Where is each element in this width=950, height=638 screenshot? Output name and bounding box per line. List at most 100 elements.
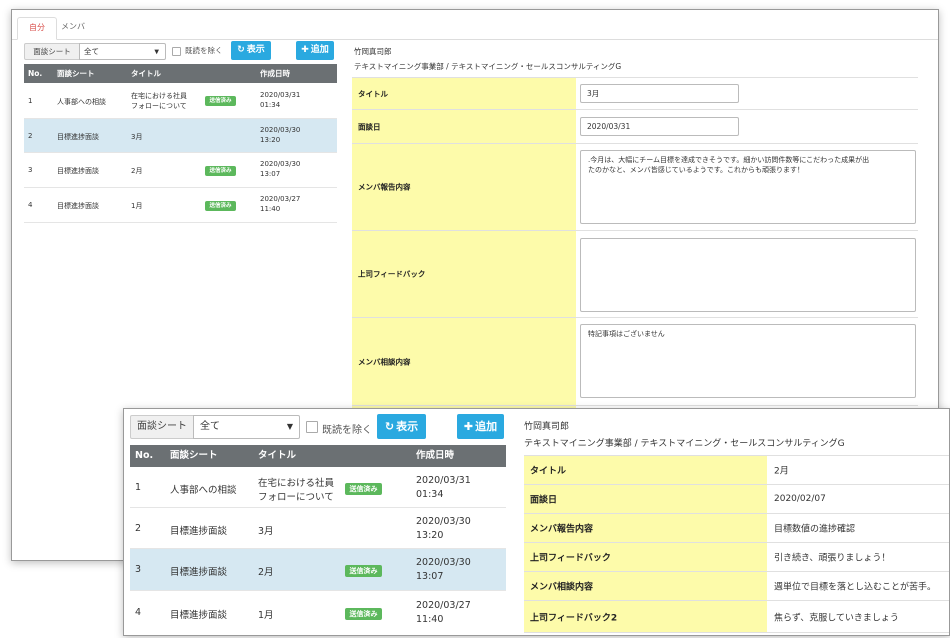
- field-value: 2020/02/07: [774, 494, 826, 504]
- field-row-boss-feedback: 上司フィードバック 引き続き、頑張りましょう！: [524, 543, 949, 572]
- field-row-member-report: メンバ報告内容 .今月は、大幅にチーム目標を達成できそうです。細かい訪問件数等に…: [352, 144, 918, 231]
- field-value: 週単位で目標を落とし込むことが苦手。: [774, 582, 937, 593]
- add-button[interactable]: ✚ 追加: [457, 414, 504, 439]
- add-button-label: 追加: [310, 45, 329, 55]
- field-value-cell: 引き続き、頑張りましょう！: [767, 543, 949, 571]
- table-row[interactable]: 1 人事部への相談 在宅における社員 フォローについて 送信済み 2020/03…: [24, 83, 337, 119]
- field-label: メンバ相談内容: [524, 572, 767, 600]
- sheet-filter-label: 面談シート: [130, 415, 194, 439]
- row-date: 2020/03/30: [416, 516, 471, 527]
- row-time: 01:34: [260, 101, 281, 109]
- col-created: 作成日時: [260, 69, 290, 78]
- exclude-read-label: 既読を除く: [185, 46, 223, 55]
- col-no: No.: [28, 69, 43, 78]
- row-title-line1: 3月: [131, 133, 143, 141]
- member-report-line1: .今月は、大幅にチーム目標を達成できそうです。細かい訪問件数等にこだわった成果が…: [588, 156, 870, 164]
- row-no: 3: [135, 564, 142, 575]
- row-date: 2020/03/30: [416, 557, 471, 568]
- member-report-textarea[interactable]: .今月は、大幅にチーム目標を達成できそうです。細かい訪問件数等にこだわった成果が…: [580, 150, 916, 224]
- field-value-cell: 2月: [767, 456, 949, 484]
- exclude-read-checkbox[interactable]: [172, 47, 181, 56]
- row-title-line2: フォローについて: [258, 492, 334, 503]
- field-value-cell: 目標数値の進捗確認: [767, 514, 949, 542]
- table-row[interactable]: 2 目標進捗面談 3月 2020/03/30 13:20: [130, 508, 506, 549]
- list-header: No. 面談シート タイトル 作成日時: [130, 445, 506, 467]
- field-value-cell: 2020/02/07: [767, 485, 949, 513]
- row-time: 13:07: [260, 170, 281, 178]
- row-title-line1: 2月: [131, 167, 143, 175]
- row-sheet: 目標進捗面談: [57, 202, 99, 210]
- add-button[interactable]: ✚ 追加: [296, 41, 334, 60]
- field-row-boss-feedback-2: 上司フィードバック2 焦らず、克服していきましょう: [524, 601, 949, 633]
- caret-down-icon: ▼: [286, 422, 293, 431]
- field-value: 焦らず、克服していきましょう: [774, 613, 899, 623]
- sent-badge: 送信済み: [205, 96, 236, 106]
- col-no: No.: [135, 450, 154, 461]
- front-window: 面談シート 全て ▼ 既読を除く ↻ 表示 ✚ 追加 No. 面談シート タイトル …: [123, 408, 950, 636]
- field-label: 上司フィードバック2: [524, 601, 767, 632]
- field-value-cell: 焦らず、克服していきましょう: [767, 601, 949, 632]
- sheet-filter-select[interactable]: 全て ▼: [193, 415, 300, 439]
- row-title-line1: 在宅における社員: [131, 92, 187, 100]
- field-value: 目標数値の進捗確認: [774, 524, 856, 535]
- table-row[interactable]: 4 目標進捗面談 1月 送信済み 2020/03/27 11:40: [130, 591, 506, 635]
- boss-feedback-textarea[interactable]: [580, 238, 916, 312]
- field-row-date: 面談日 2020/02/07: [524, 485, 949, 514]
- title-input[interactable]: 3月: [580, 84, 739, 103]
- member-consult-textarea[interactable]: 特記事項はございません: [580, 324, 916, 398]
- field-label: メンバ報告内容: [352, 144, 576, 230]
- row-date: 2020/03/27: [416, 600, 471, 611]
- field-label: メンバ相談内容: [352, 318, 576, 405]
- table-row[interactable]: 4 目標進捗面談 1月 送信済み 2020/03/27 11:40: [24, 188, 337, 223]
- sent-badge: 送信済み: [345, 608, 382, 620]
- field-value-cell: 特記事項はございません: [576, 318, 918, 405]
- row-title-line1: 在宅における社員: [258, 478, 335, 489]
- table-row[interactable]: 1 人事部への相談 在宅における社員 フォローについて 送信済み 2020/03…: [130, 467, 506, 508]
- table-row-selected[interactable]: 3 目標進捗面談 2月 送信済み 2020/03/30 13:07: [130, 549, 506, 591]
- row-no: 3: [28, 166, 33, 174]
- show-button[interactable]: ↻ 表示: [231, 41, 271, 60]
- row-date: 2020/03/31: [416, 475, 471, 486]
- row-time: 11:40: [260, 205, 281, 213]
- row-title-line1: 1月: [258, 610, 274, 621]
- tab-bar: 自分 メンバ: [12, 10, 938, 40]
- field-label: 面談日: [352, 110, 576, 143]
- row-no: 1: [135, 482, 142, 493]
- show-button-label: 表示: [246, 45, 265, 55]
- exclude-read-label: 既読を除く: [322, 425, 372, 436]
- row-sheet: 目標進捗面談: [170, 567, 228, 578]
- department-name: テキストマイニング事業部 / テキストマイニング・セールスコンサルティングG: [354, 62, 622, 71]
- plus-icon: ✚: [463, 420, 474, 433]
- sheet-filter-select[interactable]: 全て ▼: [79, 43, 166, 60]
- row-no: 2: [28, 132, 33, 140]
- refresh-icon: ↻: [237, 45, 245, 55]
- field-label: タイトル: [524, 456, 767, 484]
- table-row[interactable]: 3 目標進捗面談 2月 送信済み 2020/03/30 13:07: [24, 153, 337, 188]
- field-row-boss-feedback: 上司フィードバック: [352, 231, 918, 318]
- field-value-cell: 週単位で目標を落とし込むことが苦手。: [767, 572, 949, 600]
- exclude-read-checkbox[interactable]: [306, 421, 318, 433]
- field-label: 面談日: [524, 485, 767, 513]
- row-sheet: 人事部への相談: [57, 98, 106, 106]
- plus-icon: ✚: [301, 45, 309, 55]
- caret-down-icon: ▼: [154, 48, 159, 55]
- col-title: タイトル: [258, 450, 297, 461]
- col-created: 作成日時: [416, 450, 455, 461]
- row-sheet: 目標進捗面談: [170, 610, 228, 621]
- show-button[interactable]: ↻ 表示: [377, 414, 426, 439]
- table-row-selected[interactable]: 2 目標進捗面談 3月 2020/03/30 13:20: [24, 119, 337, 153]
- tab-members[interactable]: メンバ: [50, 17, 96, 40]
- col-sheet: 面談シート: [170, 450, 218, 461]
- date-input[interactable]: 2020/03/31: [580, 117, 739, 136]
- sheet-filter-value: 全て: [84, 47, 99, 56]
- row-title-line2: フォローについて: [131, 102, 187, 110]
- field-row-member-consult: メンバ相談内容 特記事項はございません: [352, 318, 918, 406]
- sent-badge: 送信済み: [345, 565, 382, 577]
- row-date: 2020/03/31: [260, 91, 301, 99]
- sent-badge: 送信済み: [345, 483, 382, 495]
- field-row-title: タイトル 2月: [524, 456, 949, 485]
- field-value: 2月: [774, 466, 789, 477]
- list-header: No. 面談シート タイトル 作成日時: [24, 64, 337, 83]
- field-value: 引き続き、頑張りましょう！: [774, 553, 891, 564]
- sent-badge: 送信済み: [205, 201, 236, 211]
